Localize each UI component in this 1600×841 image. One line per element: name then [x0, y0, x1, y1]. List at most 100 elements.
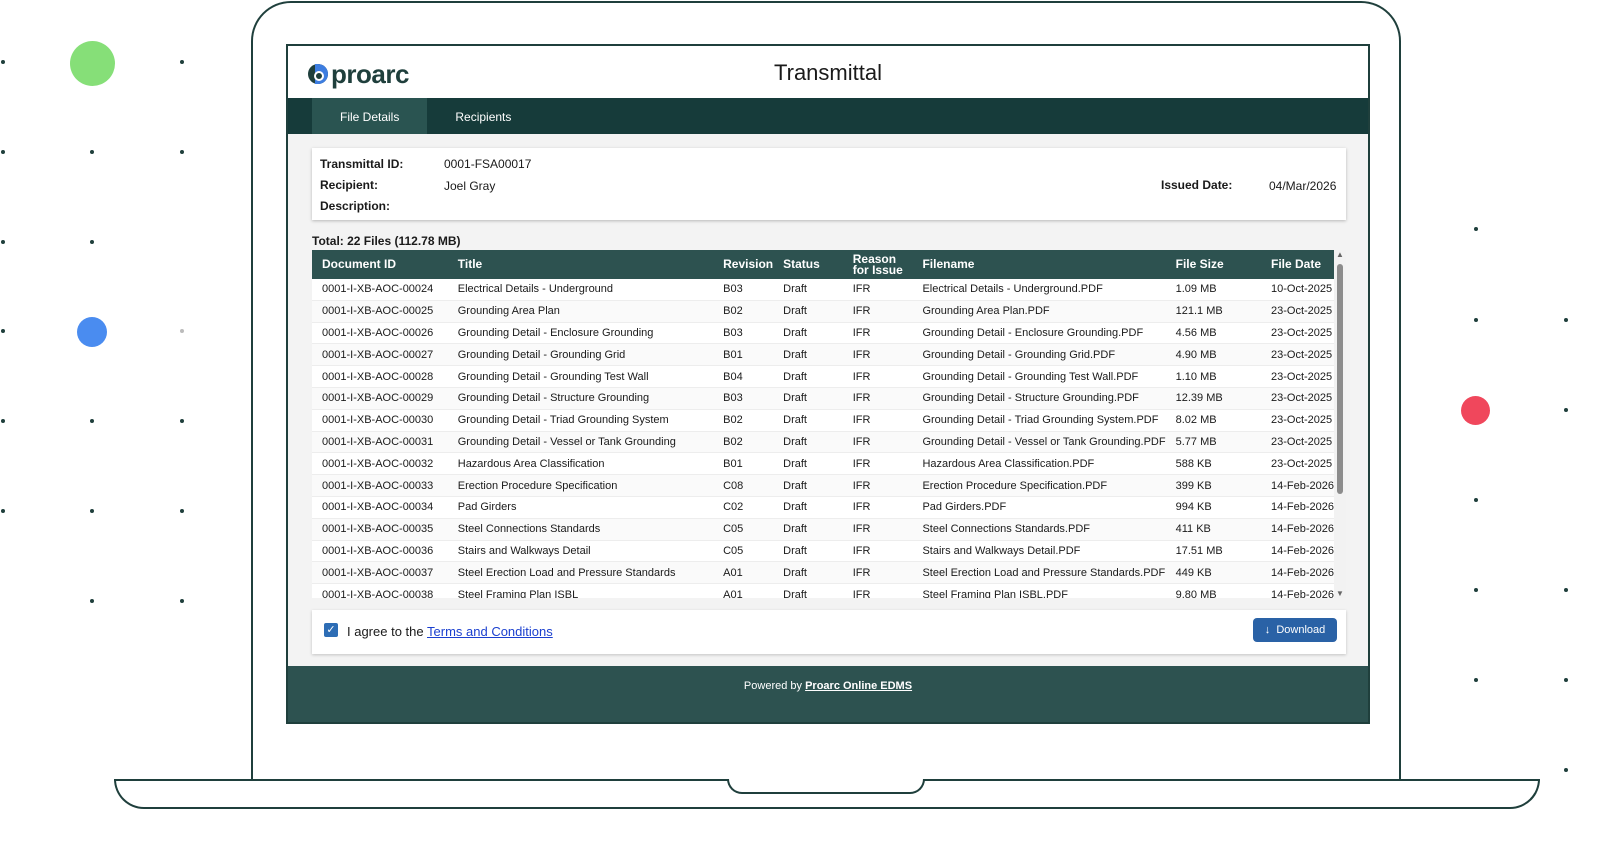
table-row[interactable]: 0001-I-XB-AOC-00037 Steel Erection Load a… [312, 561, 1334, 585]
issued-date-value: 04/Mar/2026 [1269, 179, 1337, 193]
cell-reason-for-issue: IFR [842, 518, 913, 541]
cell-filename: Grounding Detail - Triad Grounding Syste… [912, 409, 1166, 432]
terms-checkbox[interactable]: ✓ [324, 623, 338, 637]
footer-edms-link[interactable]: Proarc Online EDMS [805, 680, 912, 692]
cell-title: Grounding Detail - Enclosure Grounding [447, 322, 714, 345]
cell-status: Draft [773, 583, 843, 598]
cell-revision: B02 [713, 409, 774, 432]
cell-revision: B02 [713, 300, 774, 323]
cell-file-date: 14-Feb-2026 [1261, 561, 1334, 585]
cell-document-id: 0001-I-XB-AOC-00038 [312, 583, 448, 598]
cell-file-size: 411 KB [1165, 518, 1261, 541]
cell-filename: Steel Connections Standards.PDF [912, 518, 1166, 541]
cell-revision: B04 [713, 365, 774, 388]
table-row[interactable]: 0001-I-XB-AOC-00035 Steel Connections Sta… [312, 518, 1334, 541]
cell-file-size: 1.09 MB [1165, 279, 1261, 301]
table-row[interactable]: 0001-I-XB-AOC-00033 Erection Procedure Sp… [312, 474, 1334, 497]
cell-title: Pad Girders [447, 496, 714, 519]
cell-filename: Grounding Detail - Structure Grounding.P… [912, 387, 1166, 410]
tab-file-details[interactable]: File Details [312, 98, 428, 134]
cell-file-size: 5.77 MB [1165, 431, 1261, 454]
cell-title: Steel Connections Standards [447, 518, 714, 541]
table-row[interactable]: 0001-I-XB-AOC-00036 Stairs and Walkways D… [312, 540, 1334, 563]
column-header-status[interactable]: Status [773, 250, 843, 279]
table-row[interactable]: 0001-I-XB-AOC-00029 Grounding Detail - St… [312, 387, 1334, 410]
cell-filename: Electrical Details - Underground.PDF [912, 279, 1166, 301]
scroll-up-icon[interactable]: ▲ [1336, 250, 1344, 259]
cell-document-id: 0001-I-XB-AOC-00026 [312, 322, 448, 345]
terms-and-conditions-link[interactable]: Terms and Conditions [427, 624, 553, 639]
cell-status: Draft [773, 365, 843, 388]
table-row[interactable]: 0001-I-XB-AOC-00038 Steel Framing Plan IS… [312, 583, 1334, 598]
cell-revision: B03 [713, 387, 774, 410]
download-button-label: Download [1276, 624, 1326, 636]
terms-agreement-text: I agree to the Terms and Conditions [347, 624, 553, 639]
files-table-body: 0001-I-XB-AOC-00024 Electrical Details - … [312, 279, 1334, 598]
cell-status: Draft [773, 387, 843, 410]
column-header-file-size[interactable]: File Size [1166, 250, 1261, 279]
column-header-reason-for-issue[interactable]: Reason for Issue [843, 250, 913, 279]
footer: Powered by Proarc Online EDMS [288, 666, 1368, 722]
table-row[interactable]: 0001-I-XB-AOC-00026 Grounding Detail - En… [312, 322, 1334, 345]
cell-file-date: 10-Oct-2025 [1261, 279, 1334, 301]
app-header: proarc Transmittal [288, 46, 1368, 98]
table-row[interactable]: 0001-I-XB-AOC-00024 Electrical Details - … [312, 279, 1334, 301]
cell-file-date: 14-Feb-2026 [1261, 496, 1334, 519]
cell-reason-for-issue: IFR [842, 583, 913, 598]
cell-filename: Grounding Detail - Enclosure Grounding.P… [912, 322, 1166, 345]
cell-revision: B03 [713, 279, 774, 301]
column-header-title[interactable]: Title [448, 250, 713, 279]
cell-title: Grounding Detail - Grounding Grid [447, 343, 714, 367]
table-row[interactable]: 0001-I-XB-AOC-00025 Grounding Area Plan B0… [312, 300, 1334, 323]
cell-document-id: 0001-I-XB-AOC-00032 [312, 452, 448, 476]
cell-revision: C05 [713, 518, 774, 541]
cell-title: Grounding Detail - Vessel or Tank Ground… [447, 431, 714, 454]
cell-file-date: 23-Oct-2025 [1261, 409, 1334, 432]
cell-revision: C02 [713, 496, 774, 519]
table-row[interactable]: 0001-I-XB-AOC-00027 Grounding Detail - Gr… [312, 343, 1334, 367]
laptop-notch [727, 779, 925, 794]
cell-reason-for-issue: IFR [842, 561, 913, 585]
table-row[interactable]: 0001-I-XB-AOC-00032 Hazardous Area Classi… [312, 452, 1334, 476]
column-header-revision[interactable]: Revision [713, 250, 773, 279]
table-row[interactable]: 0001-I-XB-AOC-00031 Grounding Detail - Ve… [312, 431, 1334, 454]
table-scrollbar[interactable]: ▲ ▼ [1334, 250, 1346, 598]
cell-document-id: 0001-I-XB-AOC-00024 [312, 279, 448, 301]
table-row[interactable]: 0001-I-XB-AOC-00034 Pad Girders C02 Draft IF… [312, 496, 1334, 519]
cell-file-date: 14-Feb-2026 [1261, 583, 1334, 598]
cell-reason-for-issue: IFR [842, 540, 913, 563]
cell-status: Draft [773, 322, 843, 345]
cell-status: Draft [773, 343, 843, 367]
column-header-document-id[interactable]: Document ID [312, 250, 448, 279]
download-arrow-icon: ↓ [1264, 624, 1271, 636]
cell-document-id: 0001-I-XB-AOC-00031 [312, 431, 448, 454]
column-header-file-date[interactable]: File Date [1261, 250, 1334, 279]
scroll-down-icon[interactable]: ▼ [1336, 589, 1344, 598]
cell-file-size: 17.51 MB [1165, 540, 1261, 563]
download-button[interactable]: ↓ Download [1253, 618, 1337, 642]
column-header-filename[interactable]: Filename [912, 250, 1165, 279]
cell-file-date: 23-Oct-2025 [1261, 452, 1334, 476]
cell-reason-for-issue: IFR [842, 300, 913, 323]
cell-document-id: 0001-I-XB-AOC-00030 [312, 409, 448, 432]
tab-bar: File Details Recipients [288, 98, 1368, 134]
table-row[interactable]: 0001-I-XB-AOC-00030 Grounding Detail - Tr… [312, 409, 1334, 432]
cell-reason-for-issue: IFR [842, 322, 913, 345]
cell-title: Steel Framing Plan ISBL [447, 583, 714, 598]
cell-filename: Steel Erection Load and Pressure Standar… [912, 561, 1166, 585]
cell-file-size: 9.80 MB [1165, 583, 1261, 598]
cell-file-size: 399 KB [1165, 474, 1261, 497]
page-title: Transmittal [774, 60, 882, 85]
cell-status: Draft [773, 452, 843, 476]
scroll-thumb[interactable] [1337, 264, 1343, 494]
cell-file-date: 23-Oct-2025 [1261, 365, 1334, 388]
cell-status: Draft [773, 431, 843, 454]
tab-recipients[interactable]: Recipients [427, 98, 539, 134]
table-row[interactable]: 0001-I-XB-AOC-00028 Grounding Detail - Gr… [312, 365, 1334, 388]
red-circle-decoration [1461, 396, 1490, 425]
cell-document-id: 0001-I-XB-AOC-00037 [312, 561, 448, 585]
cell-file-date: 23-Oct-2025 [1261, 387, 1334, 410]
green-circle-decoration [70, 41, 115, 86]
cell-file-size: 1.10 MB [1165, 365, 1261, 388]
check-icon: ✓ [326, 624, 336, 636]
